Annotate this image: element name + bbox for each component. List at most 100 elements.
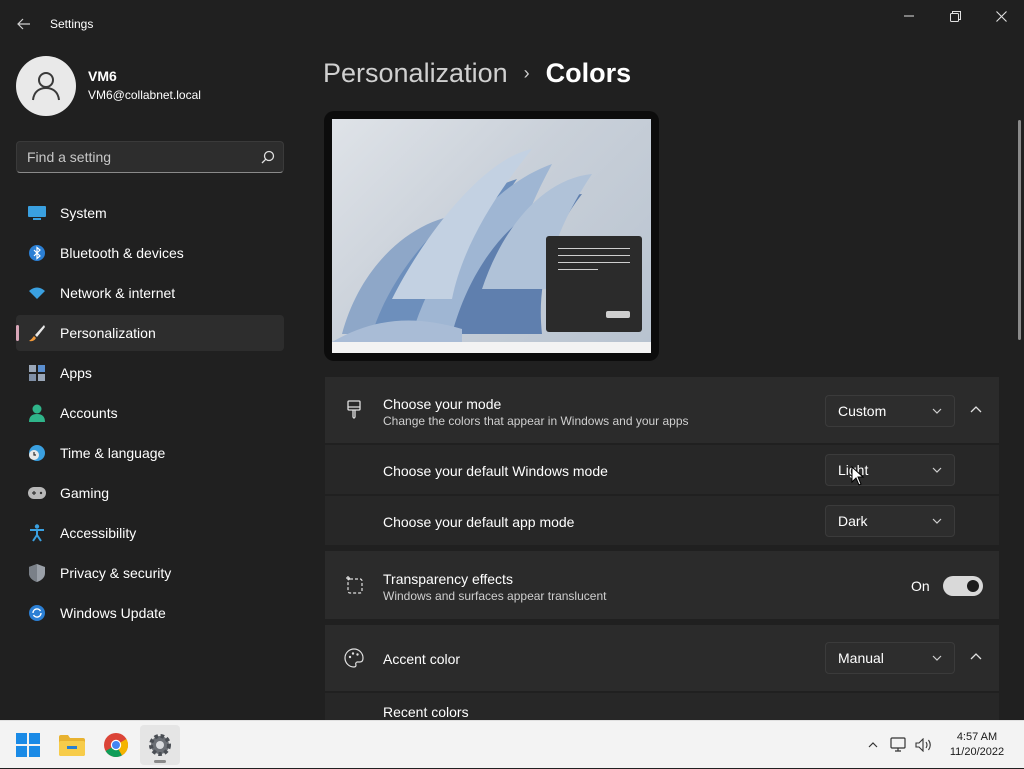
apps-icon (28, 364, 46, 382)
back-button[interactable] (10, 12, 38, 36)
file-explorer-icon (59, 735, 85, 756)
app-mode-row: Choose your default app mode Dark (325, 496, 999, 545)
toggle-knob (967, 580, 979, 592)
chevron-down-icon (932, 518, 942, 524)
sidebar-item-network[interactable]: Network & internet (16, 275, 284, 311)
sidebar-item-label: Apps (60, 365, 92, 381)
app-title: Settings (50, 17, 94, 31)
sidebar-item-label: Accessibility (60, 525, 137, 541)
volume-tray-button[interactable] (912, 721, 936, 769)
taskbar-clock[interactable]: 4:57 AM 11/20/2022 (938, 730, 1016, 760)
setting-title: Choose your default Windows mode (383, 463, 608, 479)
sidebar-item-label: Personalization (60, 325, 156, 341)
start-icon (16, 733, 40, 757)
sidebar-item-label: Time & language (60, 445, 166, 461)
sidebar-item-accessibility[interactable]: Accessibility (16, 515, 284, 551)
app-mode-dropdown[interactable]: Dark (825, 505, 955, 537)
setting-title: Accent color (383, 651, 461, 667)
sidebar-item-apps[interactable]: Apps (16, 355, 284, 391)
sidebar-item-label: Privacy & security (60, 565, 172, 581)
transparency-icon (343, 574, 365, 596)
search-box[interactable] (16, 141, 284, 173)
mode-dropdown[interactable]: Custom (825, 395, 955, 427)
minimize-icon (904, 15, 914, 17)
transparency-toggle[interactable] (943, 576, 983, 596)
network-tray-button[interactable] (886, 721, 912, 769)
minimize-button[interactable] (886, 0, 932, 32)
user-email: VM6@collabnet.local (88, 88, 201, 102)
wifi-icon (28, 284, 46, 302)
active-app-indicator (154, 760, 166, 763)
avatar (16, 56, 76, 116)
bluetooth-icon (28, 244, 46, 262)
mouse-cursor-icon (851, 466, 865, 486)
setting-title: Choose your mode (383, 396, 502, 412)
chrome-icon (104, 733, 128, 757)
chevron-up-icon (970, 653, 982, 660)
setting-title: Transparency effects (383, 571, 513, 587)
mode-dropdown-value: Custom (838, 403, 887, 419)
close-icon (995, 10, 1007, 22)
accessibility-icon (28, 524, 46, 542)
person-avatar-icon (32, 72, 60, 101)
sidebar-item-label: Windows Update (60, 605, 166, 621)
restore-button[interactable] (932, 0, 978, 32)
file-explorer-button[interactable] (52, 725, 92, 765)
sidebar-item-bluetooth[interactable]: Bluetooth & devices (16, 235, 284, 271)
setting-title: Choose your default app mode (383, 514, 575, 530)
collapse-accent-button[interactable] (965, 646, 987, 668)
windows-mode-dropdown[interactable]: Light (825, 454, 955, 486)
chevron-up-icon (970, 406, 982, 413)
accent-dropdown[interactable]: Manual (825, 642, 955, 674)
scrollbar[interactable] (1018, 120, 1021, 340)
sidebar-item-label: Network & internet (60, 285, 176, 301)
accent-color-card[interactable]: Accent color Manual (325, 625, 999, 691)
sidebar-item-label: Gaming (60, 485, 110, 501)
sidebar-item-system[interactable]: System (16, 195, 284, 231)
transparency-card: Transparency effects Windows and surface… (325, 551, 999, 619)
sidebar-item-gaming[interactable]: Gaming (16, 475, 284, 511)
chevron-up-icon (868, 742, 878, 748)
breadcrumb-parent[interactable]: Personalization (323, 58, 508, 89)
close-button[interactable] (978, 0, 1024, 32)
sidebar-item-accounts[interactable]: Accounts (16, 395, 284, 431)
search-input[interactable] (17, 148, 253, 166)
chevron-down-icon (932, 655, 942, 661)
sidebar-item-time-language[interactable]: Time & language (16, 435, 284, 471)
wallpaper-preview (332, 119, 651, 342)
show-hidden-icons-button[interactable] (862, 721, 884, 769)
settings-icon (149, 734, 171, 756)
chevron-down-icon (932, 467, 942, 473)
gamepad-icon (28, 484, 46, 502)
chrome-button[interactable] (96, 725, 136, 765)
clock-globe-icon (28, 444, 46, 462)
restore-icon (949, 10, 961, 22)
windows-mode-row: Choose your default Windows mode Light (325, 445, 999, 494)
shield-icon (28, 564, 46, 582)
setting-title: Recent colors (383, 704, 469, 720)
brush-icon (28, 324, 46, 342)
accent-dropdown-value: Manual (838, 650, 884, 666)
setting-description: Change the colors that appear in Windows… (383, 414, 689, 428)
start-button[interactable] (8, 725, 48, 765)
sample-window-preview (546, 236, 642, 332)
search-icon[interactable] (253, 150, 283, 164)
sidebar-item-privacy-security[interactable]: Privacy & security (16, 555, 284, 591)
taskbar-preview (332, 342, 651, 353)
clock-date: 11/20/2022 (949, 746, 1005, 758)
title-bar: Settings (0, 0, 1024, 48)
setting-description: Windows and surfaces appear translucent (383, 589, 607, 603)
user-profile[interactable]: VM6 VM6@collabnet.local (16, 56, 201, 116)
network-monitor-icon (890, 737, 906, 752)
back-arrow-icon (17, 18, 30, 30)
choose-mode-card[interactable]: Choose your mode Change the colors that … (325, 377, 999, 443)
app-mode-dropdown-value: Dark (838, 513, 868, 529)
palette-icon (343, 647, 365, 669)
settings-taskbar-button[interactable] (140, 725, 180, 765)
collapse-mode-button[interactable] (965, 399, 987, 421)
taskbar: 4:57 AM 11/20/2022 (0, 720, 1024, 768)
sidebar-item-windows-update[interactable]: Windows Update (16, 595, 284, 631)
sidebar-item-personalization[interactable]: Personalization (16, 315, 284, 351)
person-icon (28, 404, 46, 422)
speaker-icon (915, 738, 931, 752)
